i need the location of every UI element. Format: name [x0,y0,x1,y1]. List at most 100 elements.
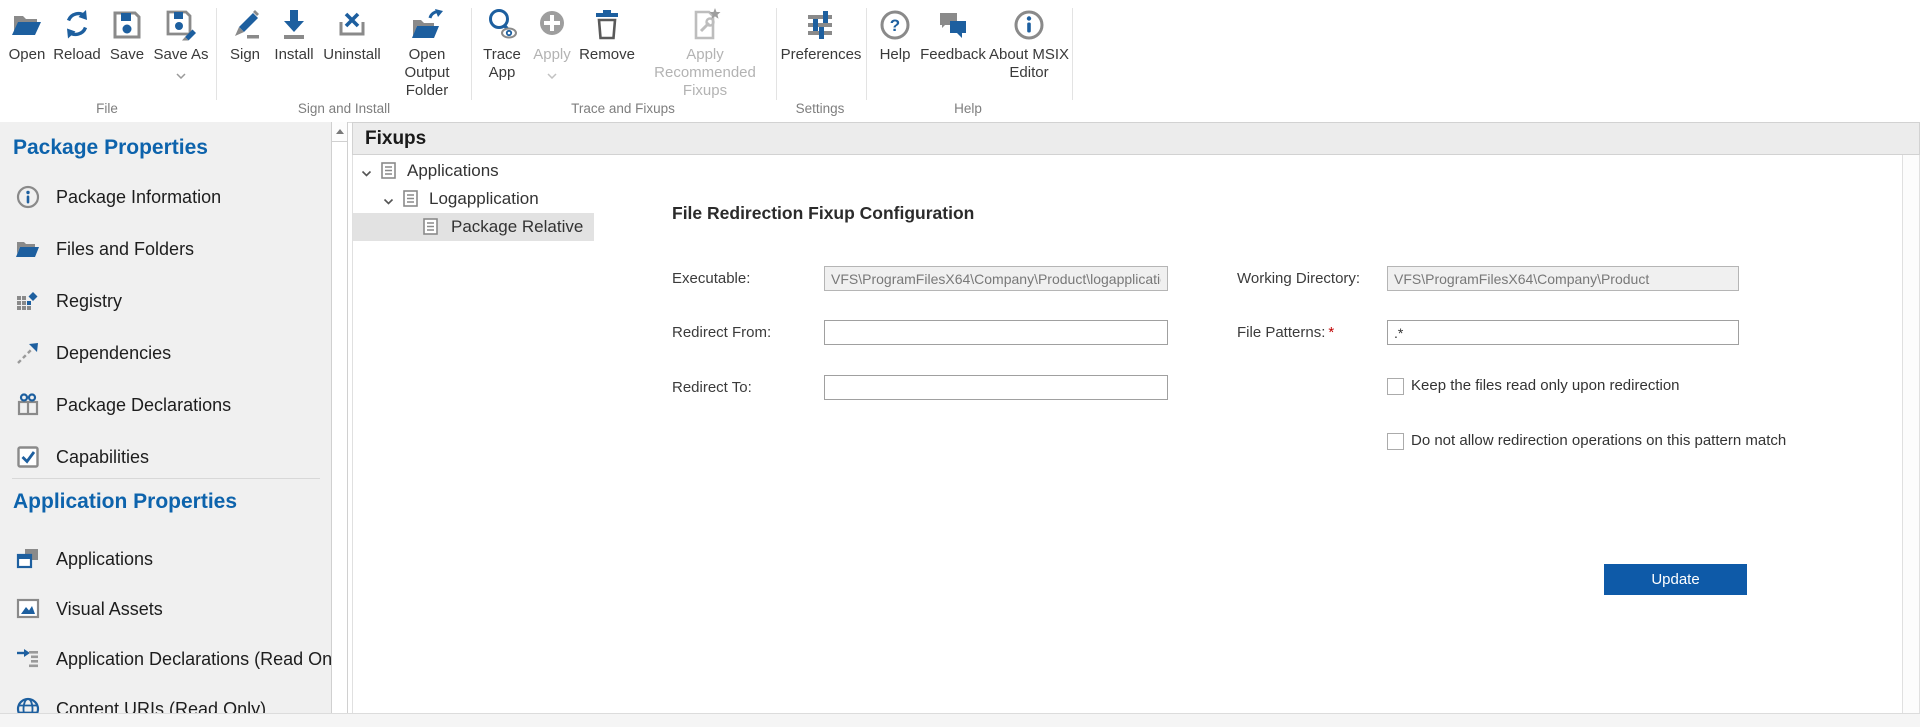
uninstall-icon [334,4,370,46]
sidebar-item-files-and-folders[interactable]: Files and Folders [0,234,331,264]
help-button[interactable]: ? Help [872,4,918,64]
ribbon-separator [216,8,217,100]
help-label: Help [880,46,911,64]
apply-label: Apply [533,46,571,64]
sidebar-scrollbar[interactable] [331,122,348,713]
sidebar-item-applications[interactable]: Applications [0,544,331,574]
fixups-panel-title: Fixups [365,128,426,150]
feedback-button[interactable]: Feedback [918,4,988,64]
preferences-icon [803,4,839,46]
file-patterns-field[interactable] [1387,320,1739,345]
checkbox-icon[interactable] [1387,378,1404,395]
save-icon [109,4,145,46]
trace-app-icon [484,4,520,46]
trace-app-label: Trace App [477,46,527,82]
svg-text:?: ? [890,16,900,35]
executable-field [824,266,1168,291]
package-properties-heading: Package Properties [13,136,208,160]
sidebar-divider [12,478,320,479]
chevron-down-icon[interactable] [176,66,186,72]
sign-label: Sign [230,46,260,64]
apply-recommended-fixups-icon [687,4,723,46]
sidebar-item-registry[interactable]: Registry [0,286,331,316]
document-icon [403,190,418,212]
help-icon: ? [877,4,913,46]
save-as-icon [163,4,199,46]
tree-node-applications[interactable]: Applications [353,157,594,185]
reload-button[interactable]: Reload [52,4,102,64]
sidebar-item-package-information[interactable]: Package Information [0,182,331,212]
sidebar-item-package-declarations[interactable]: Package Declarations [0,390,331,420]
horizontal-scrollbar[interactable] [0,713,1920,727]
apply-recommended-fixups-button: Apply Recommended Fixups [636,4,774,100]
sidebar-item-dependencies[interactable]: Dependencies [0,338,331,368]
remove-icon [589,4,625,46]
keep-read-only-checkbox[interactable]: Keep the files read only upon redirectio… [1387,377,1680,395]
document-icon [423,218,438,240]
working-directory-field [1387,266,1739,291]
remove-button[interactable]: Remove [578,4,636,64]
package-declarations-icon [15,392,41,418]
ribbon-separator [471,8,472,100]
navigation-sidebar: Package Properties Package Information F… [0,122,331,713]
redirect-to-field[interactable] [824,375,1168,400]
no-redirection-on-match-checkbox[interactable]: Do not allow redirection operations on t… [1387,432,1786,450]
install-icon [276,4,312,46]
open-button[interactable]: Open [4,4,50,64]
about-msix-editor-label: About MSIX Editor [988,46,1070,82]
fixups-tree: Applications Logapplication Package Rela… [353,155,595,713]
apply-recommended-fixups-label: Apply Recommended Fixups [636,46,774,100]
uninstall-button[interactable]: Uninstall [320,4,384,64]
trace-app-button[interactable]: Trace App [477,4,527,82]
feedback-icon [935,4,971,46]
scroll-up-button[interactable] [332,122,347,142]
sign-icon [227,4,263,46]
triangle-up-icon [336,129,344,134]
fixup-configuration-pane: File Redirection Fixup Configuration Exe… [594,155,1903,713]
install-button[interactable]: Install [268,4,320,64]
checkbox-icon[interactable] [1387,433,1404,450]
tree-node-logapplication[interactable]: Logapplication [353,185,594,213]
redirect-from-field[interactable] [824,320,1168,345]
required-asterisk: * [1328,324,1334,341]
preferences-label: Preferences [781,46,862,64]
ribbon-separator [1072,8,1073,100]
content-uris-icon [15,696,41,713]
redirect-to-label: Redirect To: [672,379,752,396]
document-icon [381,162,396,184]
chevron-down-icon[interactable] [383,194,394,212]
reload-label: Reload [53,46,101,64]
open-output-folder-label: Open Output Folder [386,46,468,100]
sidebar-item-capabilities[interactable]: Capabilities [0,442,331,472]
update-button[interactable]: Update [1604,564,1747,595]
redirect-from-label: Redirect From: [672,324,771,341]
chevron-down-icon[interactable] [361,166,372,184]
open-icon [9,4,45,46]
chevron-down-icon [547,66,557,72]
ribbon-separator [866,8,867,100]
sign-button[interactable]: Sign [222,4,268,64]
sidebar-item-content-uris[interactable]: Content URIs (Read Only) [0,694,331,713]
sidebar-item-application-declarations[interactable]: Application Declarations (Read Only) [0,644,331,674]
working-directory-label: Working Directory: [1237,270,1360,287]
application-properties-heading: Application Properties [13,490,237,514]
save-button[interactable]: Save [104,4,150,64]
package-information-icon [15,184,41,210]
registry-icon [15,288,41,314]
ribbon-group-sign-and-install: Sign and Install [298,101,390,116]
ribbon-group-settings: Settings [796,101,845,116]
save-as-button[interactable]: Save As [152,4,210,72]
apply-icon [534,4,570,46]
visual-assets-icon [15,596,41,622]
open-output-folder-button[interactable]: Open Output Folder [386,4,468,100]
ribbon-toolbar: Open Reload Save Save As Sign Install [0,0,1920,123]
sidebar-item-visual-assets[interactable]: Visual Assets [0,594,331,624]
save-as-label: Save As [153,46,208,64]
about-msix-editor-button[interactable]: About MSIX Editor [988,4,1070,82]
preferences-button[interactable]: Preferences [780,4,862,64]
tree-node-package-relative[interactable]: Package Relative [353,213,594,241]
fixup-configuration-title: File Redirection Fixup Configuration [672,203,974,224]
vertical-scrollbar[interactable] [1902,155,1919,713]
fixups-panel: Fixups Applications Logapplica [352,122,1920,713]
open-output-folder-icon [409,4,445,46]
